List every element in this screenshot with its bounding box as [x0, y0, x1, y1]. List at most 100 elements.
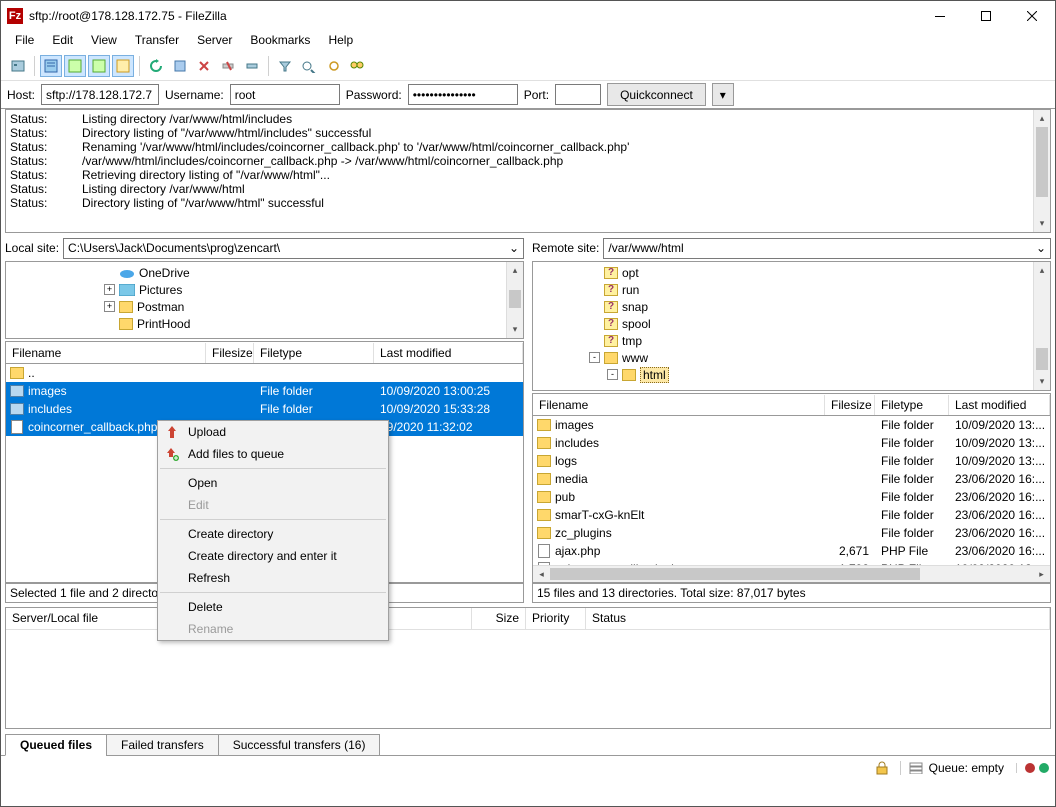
tree-node[interactable]: ?snap: [535, 298, 1048, 315]
tree-node[interactable]: -www: [535, 349, 1048, 366]
context-item: Edit: [158, 494, 388, 516]
toggle-queue-icon[interactable]: [112, 55, 134, 77]
file-icon: [11, 420, 23, 434]
file-row[interactable]: imagesFile folder10/09/2020 13:...: [533, 416, 1050, 434]
tree-node[interactable]: +Pictures: [8, 281, 521, 298]
col-filesize[interactable]: Filesize: [825, 395, 875, 415]
log-message: /var/www/html/includes/coincorner_callba…: [82, 154, 563, 168]
tree-node[interactable]: OneDrive: [8, 264, 521, 281]
process-queue-icon[interactable]: [169, 55, 191, 77]
toggle-remote-tree-icon[interactable]: [88, 55, 110, 77]
log-scrollbar[interactable]: ▴▾: [1033, 110, 1050, 232]
col-lastmod[interactable]: Last modified: [374, 343, 523, 363]
statusbar: Queue: empty: [1, 755, 1055, 779]
remote-tree-scrollbar[interactable]: ▴▾: [1033, 262, 1050, 390]
local-list-header[interactable]: Filename Filesize Filetype Last modified: [5, 341, 524, 363]
close-button[interactable]: [1009, 1, 1055, 31]
remote-list-hscroll[interactable]: ◂▸: [533, 565, 1050, 582]
menu-server[interactable]: Server: [189, 31, 240, 51]
log-label: Status:: [10, 196, 82, 210]
port-label: Port:: [524, 88, 549, 102]
context-item[interactable]: Create directory and enter it: [158, 545, 388, 567]
menu-transfer[interactable]: Transfer: [127, 31, 187, 51]
menu-help[interactable]: Help: [320, 31, 361, 51]
tab[interactable]: Queued files: [5, 734, 107, 756]
quickconnect-dropdown[interactable]: ▾: [712, 83, 734, 106]
tree-node[interactable]: ?spool: [535, 315, 1048, 332]
disconnect-icon[interactable]: [217, 55, 239, 77]
username-input[interactable]: [230, 84, 340, 105]
password-input[interactable]: [408, 84, 518, 105]
local-tree-scrollbar[interactable]: ▴▾: [506, 262, 523, 338]
reconnect-icon[interactable]: [241, 55, 263, 77]
context-icon: [164, 424, 180, 440]
tab[interactable]: Failed transfers: [106, 734, 219, 756]
col-filename[interactable]: Filename: [533, 395, 825, 415]
menu-view[interactable]: View: [83, 31, 125, 51]
remote-tree[interactable]: ?opt?run?snap?spool?tmp-www-html▴▾: [532, 261, 1051, 391]
window-title: sftp://root@178.128.172.75 - FileZilla: [29, 9, 917, 23]
minimize-button[interactable]: [917, 1, 963, 31]
menu-edit[interactable]: Edit: [44, 31, 81, 51]
tree-node[interactable]: PrintHood: [8, 315, 521, 332]
file-row[interactable]: mediaFile folder23/06/2020 16:...: [533, 470, 1050, 488]
col-filesize[interactable]: Filesize: [206, 343, 254, 363]
tree-node[interactable]: -html: [535, 366, 1048, 383]
tree-node[interactable]: ?run: [535, 281, 1048, 298]
folder-icon: [604, 352, 618, 364]
cancel-icon[interactable]: [193, 55, 215, 77]
search-icon[interactable]: [346, 55, 368, 77]
host-input[interactable]: [41, 84, 159, 105]
status-dot-green: [1039, 763, 1049, 773]
folder-icon: ?: [604, 284, 618, 296]
password-label: Password:: [346, 88, 402, 102]
tree-node[interactable]: ?tmp: [535, 332, 1048, 349]
file-row[interactable]: includesFile folder10/09/2020 15:33:28: [6, 400, 523, 418]
file-row[interactable]: zc_pluginsFile folder23/06/2020 16:...: [533, 524, 1050, 542]
quickconnect-button[interactable]: Quickconnect: [607, 83, 706, 106]
local-path-input[interactable]: C:\Users\Jack\Documents\prog\zencart\⌄: [63, 238, 524, 259]
file-row[interactable]: includesFile folder10/09/2020 13:...: [533, 434, 1050, 452]
folder-icon: [119, 284, 135, 296]
tree-node[interactable]: +Postman: [8, 298, 521, 315]
compare-icon[interactable]: [298, 55, 320, 77]
file-row[interactable]: smarT-cxG-knEltFile folder23/06/2020 16:…: [533, 506, 1050, 524]
folder-icon: [537, 437, 551, 449]
context-item[interactable]: Refresh: [158, 567, 388, 589]
remote-file-list[interactable]: imagesFile folder10/09/2020 13:...includ…: [532, 415, 1051, 583]
menu-bookmarks[interactable]: Bookmarks: [242, 31, 318, 51]
col-filetype[interactable]: Filetype: [254, 343, 374, 363]
sync-browse-icon[interactable]: [322, 55, 344, 77]
local-tree[interactable]: OneDrive+Pictures+PostmanPrintHood▴▾: [5, 261, 524, 339]
context-item[interactable]: Upload: [158, 421, 388, 443]
file-row[interactable]: imagesFile folder10/09/2020 13:00:25: [6, 382, 523, 400]
lock-icon[interactable]: [876, 761, 888, 775]
context-item[interactable]: Create directory: [158, 523, 388, 545]
file-row[interactable]: ..: [6, 364, 523, 382]
message-log[interactable]: Status:Listing directory /var/www/html/i…: [5, 109, 1051, 233]
maximize-button[interactable]: [963, 1, 1009, 31]
remote-list-header[interactable]: Filename Filesize Filetype Last modified: [532, 393, 1051, 415]
refresh-icon[interactable]: [145, 55, 167, 77]
col-filetype[interactable]: Filetype: [875, 395, 949, 415]
remote-path-input[interactable]: /var/www/html⌄: [603, 238, 1051, 259]
toggle-local-tree-icon[interactable]: [64, 55, 86, 77]
filter-icon[interactable]: [274, 55, 296, 77]
chevron-down-icon: ⌄: [1036, 241, 1046, 255]
col-lastmod[interactable]: Last modified: [949, 395, 1050, 415]
log-label: Status:: [10, 126, 82, 140]
file-row[interactable]: ajax.php2,671PHP File23/06/2020 16:...: [533, 542, 1050, 560]
context-item[interactable]: Add files to queue: [158, 443, 388, 465]
file-row[interactable]: pubFile folder23/06/2020 16:...: [533, 488, 1050, 506]
context-item[interactable]: Open: [158, 472, 388, 494]
context-item[interactable]: Delete: [158, 596, 388, 618]
toggle-log-icon[interactable]: [40, 55, 62, 77]
context-menu: UploadAdd files to queue OpenEdit Create d…: [157, 420, 389, 641]
site-manager-icon[interactable]: [7, 55, 29, 77]
tab[interactable]: Successful transfers (16): [218, 734, 381, 756]
menu-file[interactable]: File: [7, 31, 42, 51]
file-row[interactable]: logsFile folder10/09/2020 13:...: [533, 452, 1050, 470]
col-filename[interactable]: Filename: [6, 343, 206, 363]
port-input[interactable]: [555, 84, 601, 105]
tree-node[interactable]: ?opt: [535, 264, 1048, 281]
